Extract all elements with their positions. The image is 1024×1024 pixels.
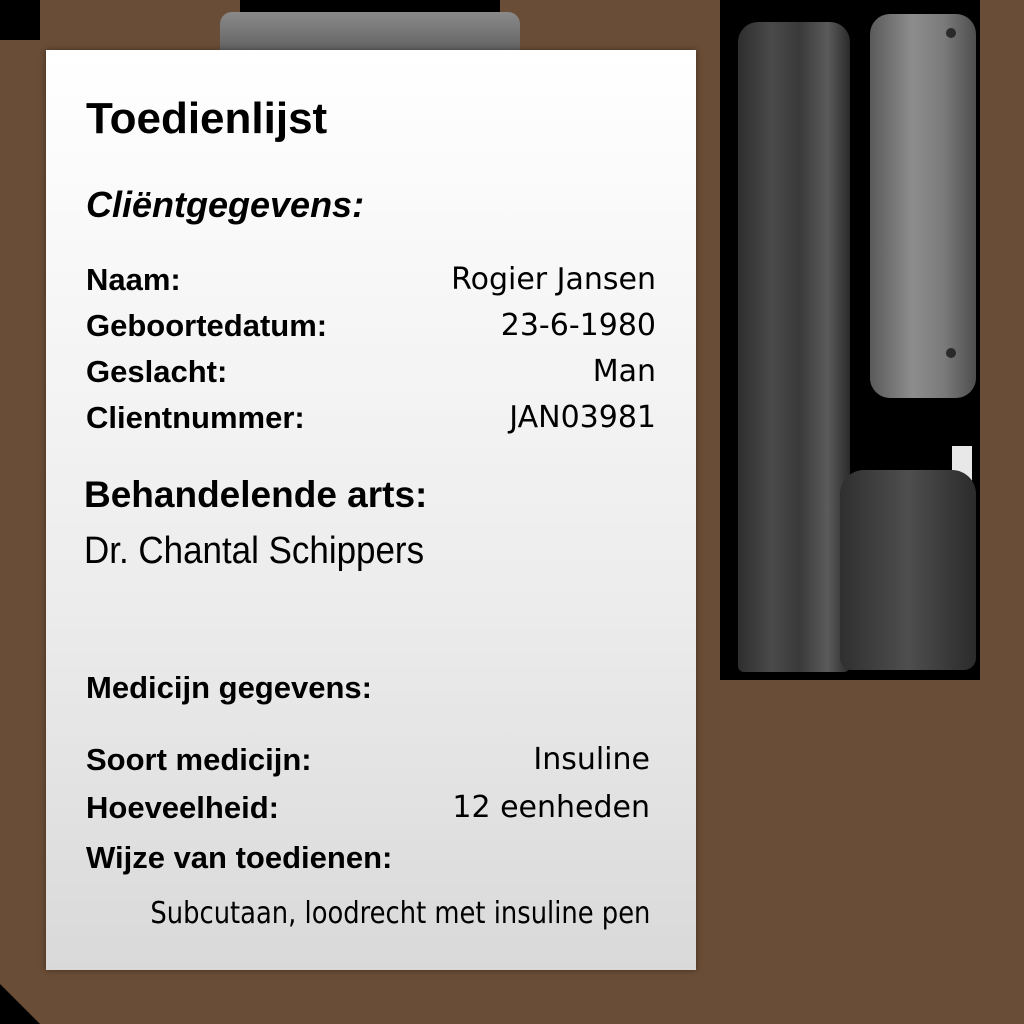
medicine-amount-value: 12 eenheden xyxy=(452,790,650,825)
client-birthdate-label: Geboortedatum: xyxy=(86,308,328,343)
board-corner xyxy=(0,984,40,1024)
pen-cap-dot xyxy=(946,348,956,358)
client-section-heading: Cliëntgegevens: xyxy=(86,184,365,225)
medicine-type-value: Insuline xyxy=(533,742,650,777)
route-label: Wijze van toedienen: xyxy=(86,840,393,875)
medicine-amount-label: Hoeveelheid: xyxy=(86,790,279,825)
pen-needle-cap-icon[interactable] xyxy=(840,470,976,670)
medicine-type-label: Soort medicijn: xyxy=(86,742,312,777)
medicine-heading: Medicijn gegevens: xyxy=(86,670,372,705)
physician-name: Dr. Chantal Schippers xyxy=(84,530,425,572)
clipboard-clip-icon xyxy=(220,12,520,54)
page-title: Toedienlijst xyxy=(86,94,328,143)
client-gender-value: Man xyxy=(592,354,656,389)
pen-cap-icon[interactable] xyxy=(870,14,976,398)
pen-cap-dot xyxy=(946,28,956,38)
client-name-label: Naam: xyxy=(86,262,181,297)
administration-sheet: Toedienlijst Cliëntgegevens: Naam: Rogie… xyxy=(46,50,696,970)
client-number-label: Clientnummer: xyxy=(86,400,305,435)
physician-heading: Behandelende arts: xyxy=(84,474,428,515)
route-value: Subcutaan, loodrecht met insuline pen xyxy=(149,896,650,931)
client-name-value: Rogier Jansen xyxy=(451,262,656,297)
client-birthdate-value: 23-6-1980 xyxy=(500,308,656,343)
board-corner xyxy=(0,0,40,40)
client-gender-label: Geslacht: xyxy=(86,354,228,389)
insulin-pen-icon[interactable] xyxy=(738,22,850,672)
client-number-value: JAN03981 xyxy=(509,400,656,435)
